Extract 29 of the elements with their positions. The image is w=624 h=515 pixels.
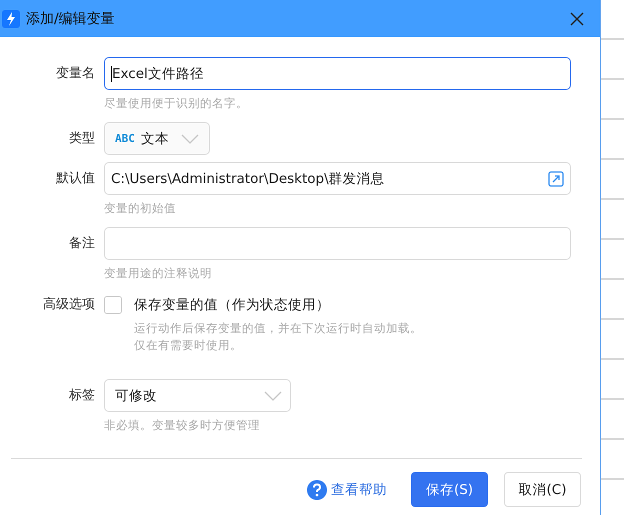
- chevron-down-icon: [264, 390, 282, 400]
- window-title: 添加/编辑变量: [26, 10, 116, 28]
- checkbox[interactable]: [104, 296, 122, 314]
- hint-text: 仅在有需要时使用。: [134, 337, 243, 354]
- input-field[interactable]: Excel文件路径: [104, 57, 571, 90]
- hint-text: 变量用途的注释说明: [104, 265, 213, 282]
- field-label: 备注: [68, 235, 96, 253]
- input-field[interactable]: [104, 227, 571, 260]
- field-label: 高级选项: [42, 296, 96, 314]
- cancel-button[interactable]: 取消(C): [504, 472, 581, 507]
- type-dropdown[interactable]: ABC 文本: [104, 122, 210, 155]
- open-external-icon[interactable]: [548, 170, 564, 186]
- help-icon: [307, 480, 327, 500]
- tag-dropdown[interactable]: 可修改: [104, 379, 291, 412]
- hint-text: 变量的初始值: [104, 200, 177, 217]
- chevron-down-icon: [181, 134, 199, 144]
- lightning-logo-icon: [2, 10, 20, 28]
- field-label: 变量名: [55, 65, 96, 83]
- hint-text: 非必填。变量较多时方便管理: [104, 417, 261, 434]
- checkbox-label[interactable]: 保存变量的值（作为状态使用）: [134, 296, 330, 314]
- hint-text: 尽量使用便于识别的名字。: [104, 95, 249, 112]
- close-icon[interactable]: [570, 12, 584, 26]
- field-label: 类型: [68, 130, 96, 148]
- help-link[interactable]: 查看帮助: [307, 480, 387, 500]
- field-label: 标签: [68, 387, 96, 405]
- hint-text: 运行动作后保存变量的值，并在下次运行时自动加载。: [134, 320, 423, 337]
- input-field[interactable]: C:\Users\Administrator\Desktop\群发消息: [104, 162, 571, 195]
- save-button[interactable]: 保存(S): [411, 472, 488, 507]
- field-label: 默认值: [55, 170, 96, 188]
